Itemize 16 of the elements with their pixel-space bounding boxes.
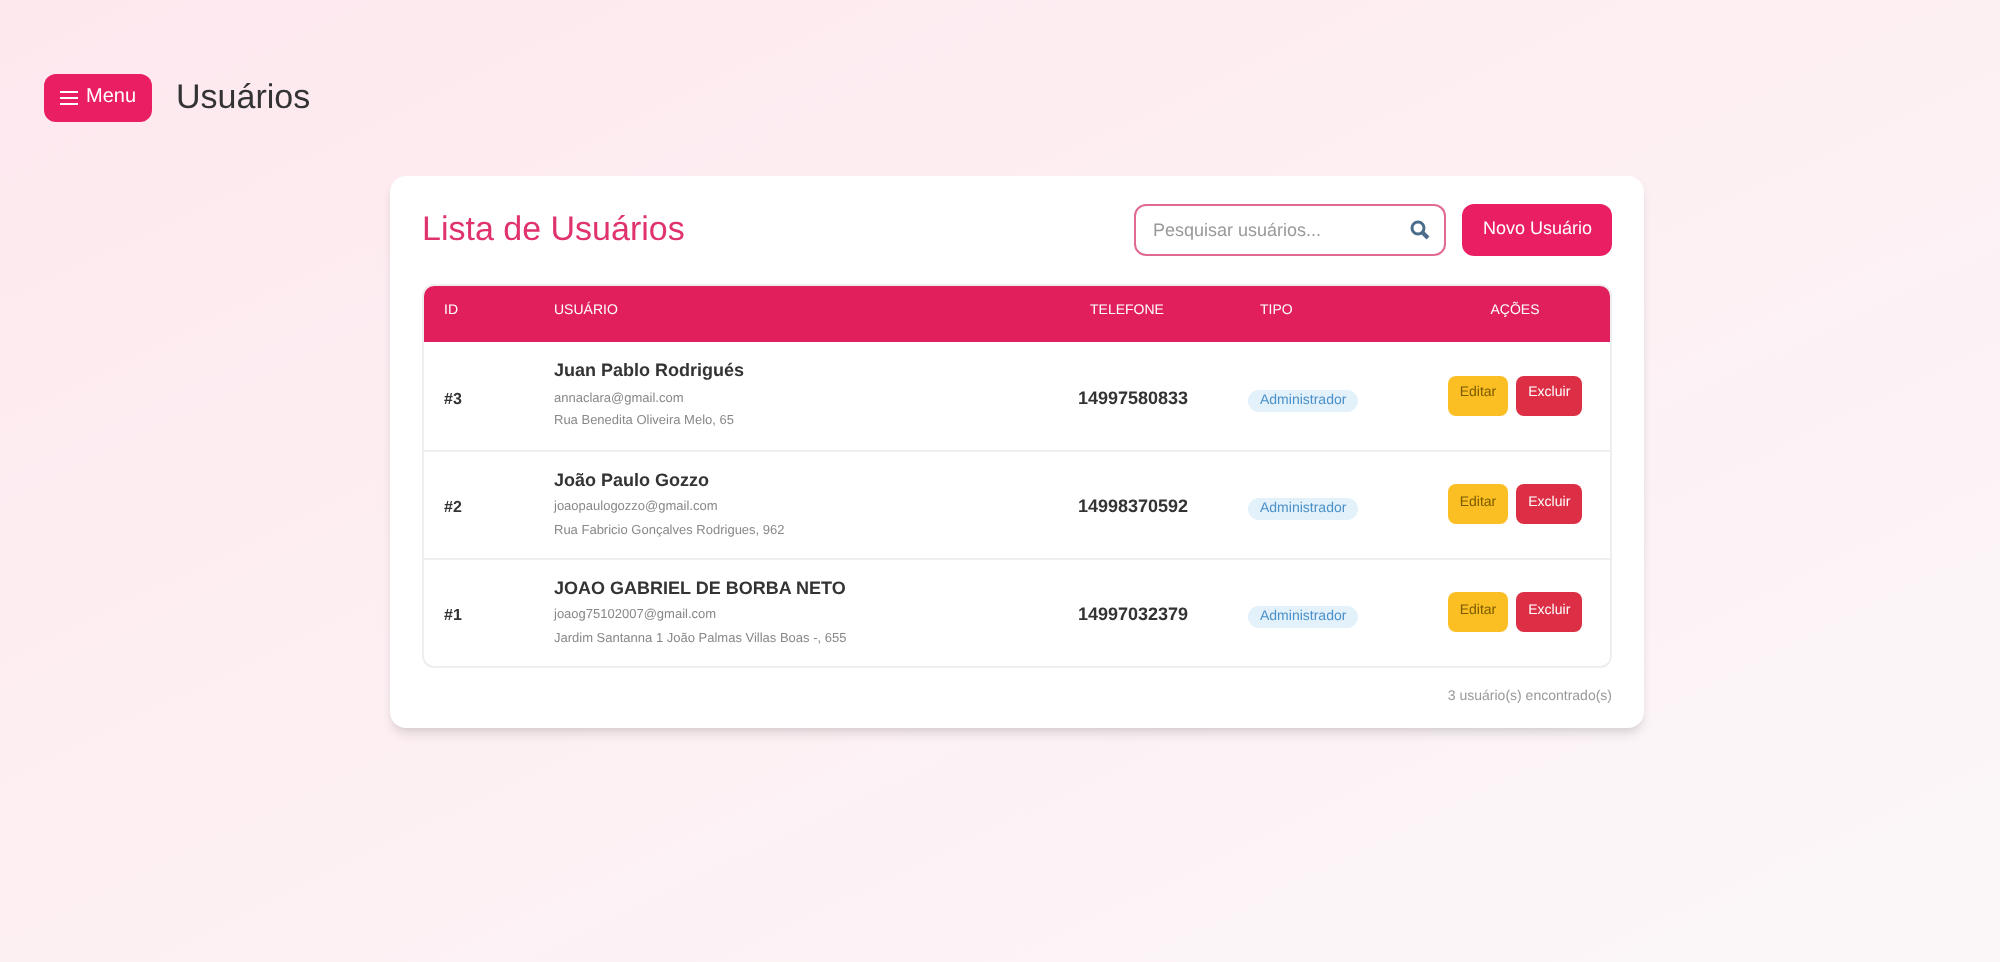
user-id: #3 — [444, 389, 462, 407]
user-phone: 14998370592 — [1078, 496, 1189, 516]
search-field[interactable]: Pesquisar usuários... — [1134, 203, 1447, 255]
user-id: #1 — [444, 606, 462, 624]
card-title: Lista de Usuários — [422, 207, 687, 252]
user-phone: 14997032379 — [1078, 604, 1189, 624]
page-title: Usuários — [176, 76, 311, 120]
user-name: Juan Pablo Rodrigués — [554, 358, 745, 384]
user-id: #2 — [444, 498, 462, 516]
user-name: João Paulo Gozzo — [554, 467, 710, 493]
new-user-button[interactable]: Novo Usuário — [1462, 203, 1612, 255]
menu-button[interactable]: Menu — [44, 73, 153, 122]
search-icon — [1410, 219, 1431, 239]
menu-icon — [60, 89, 78, 106]
user-name: JOAO GABRIEL DE BORBA NETO — [554, 575, 846, 601]
user-phone: 14997580833 — [1078, 387, 1189, 407]
